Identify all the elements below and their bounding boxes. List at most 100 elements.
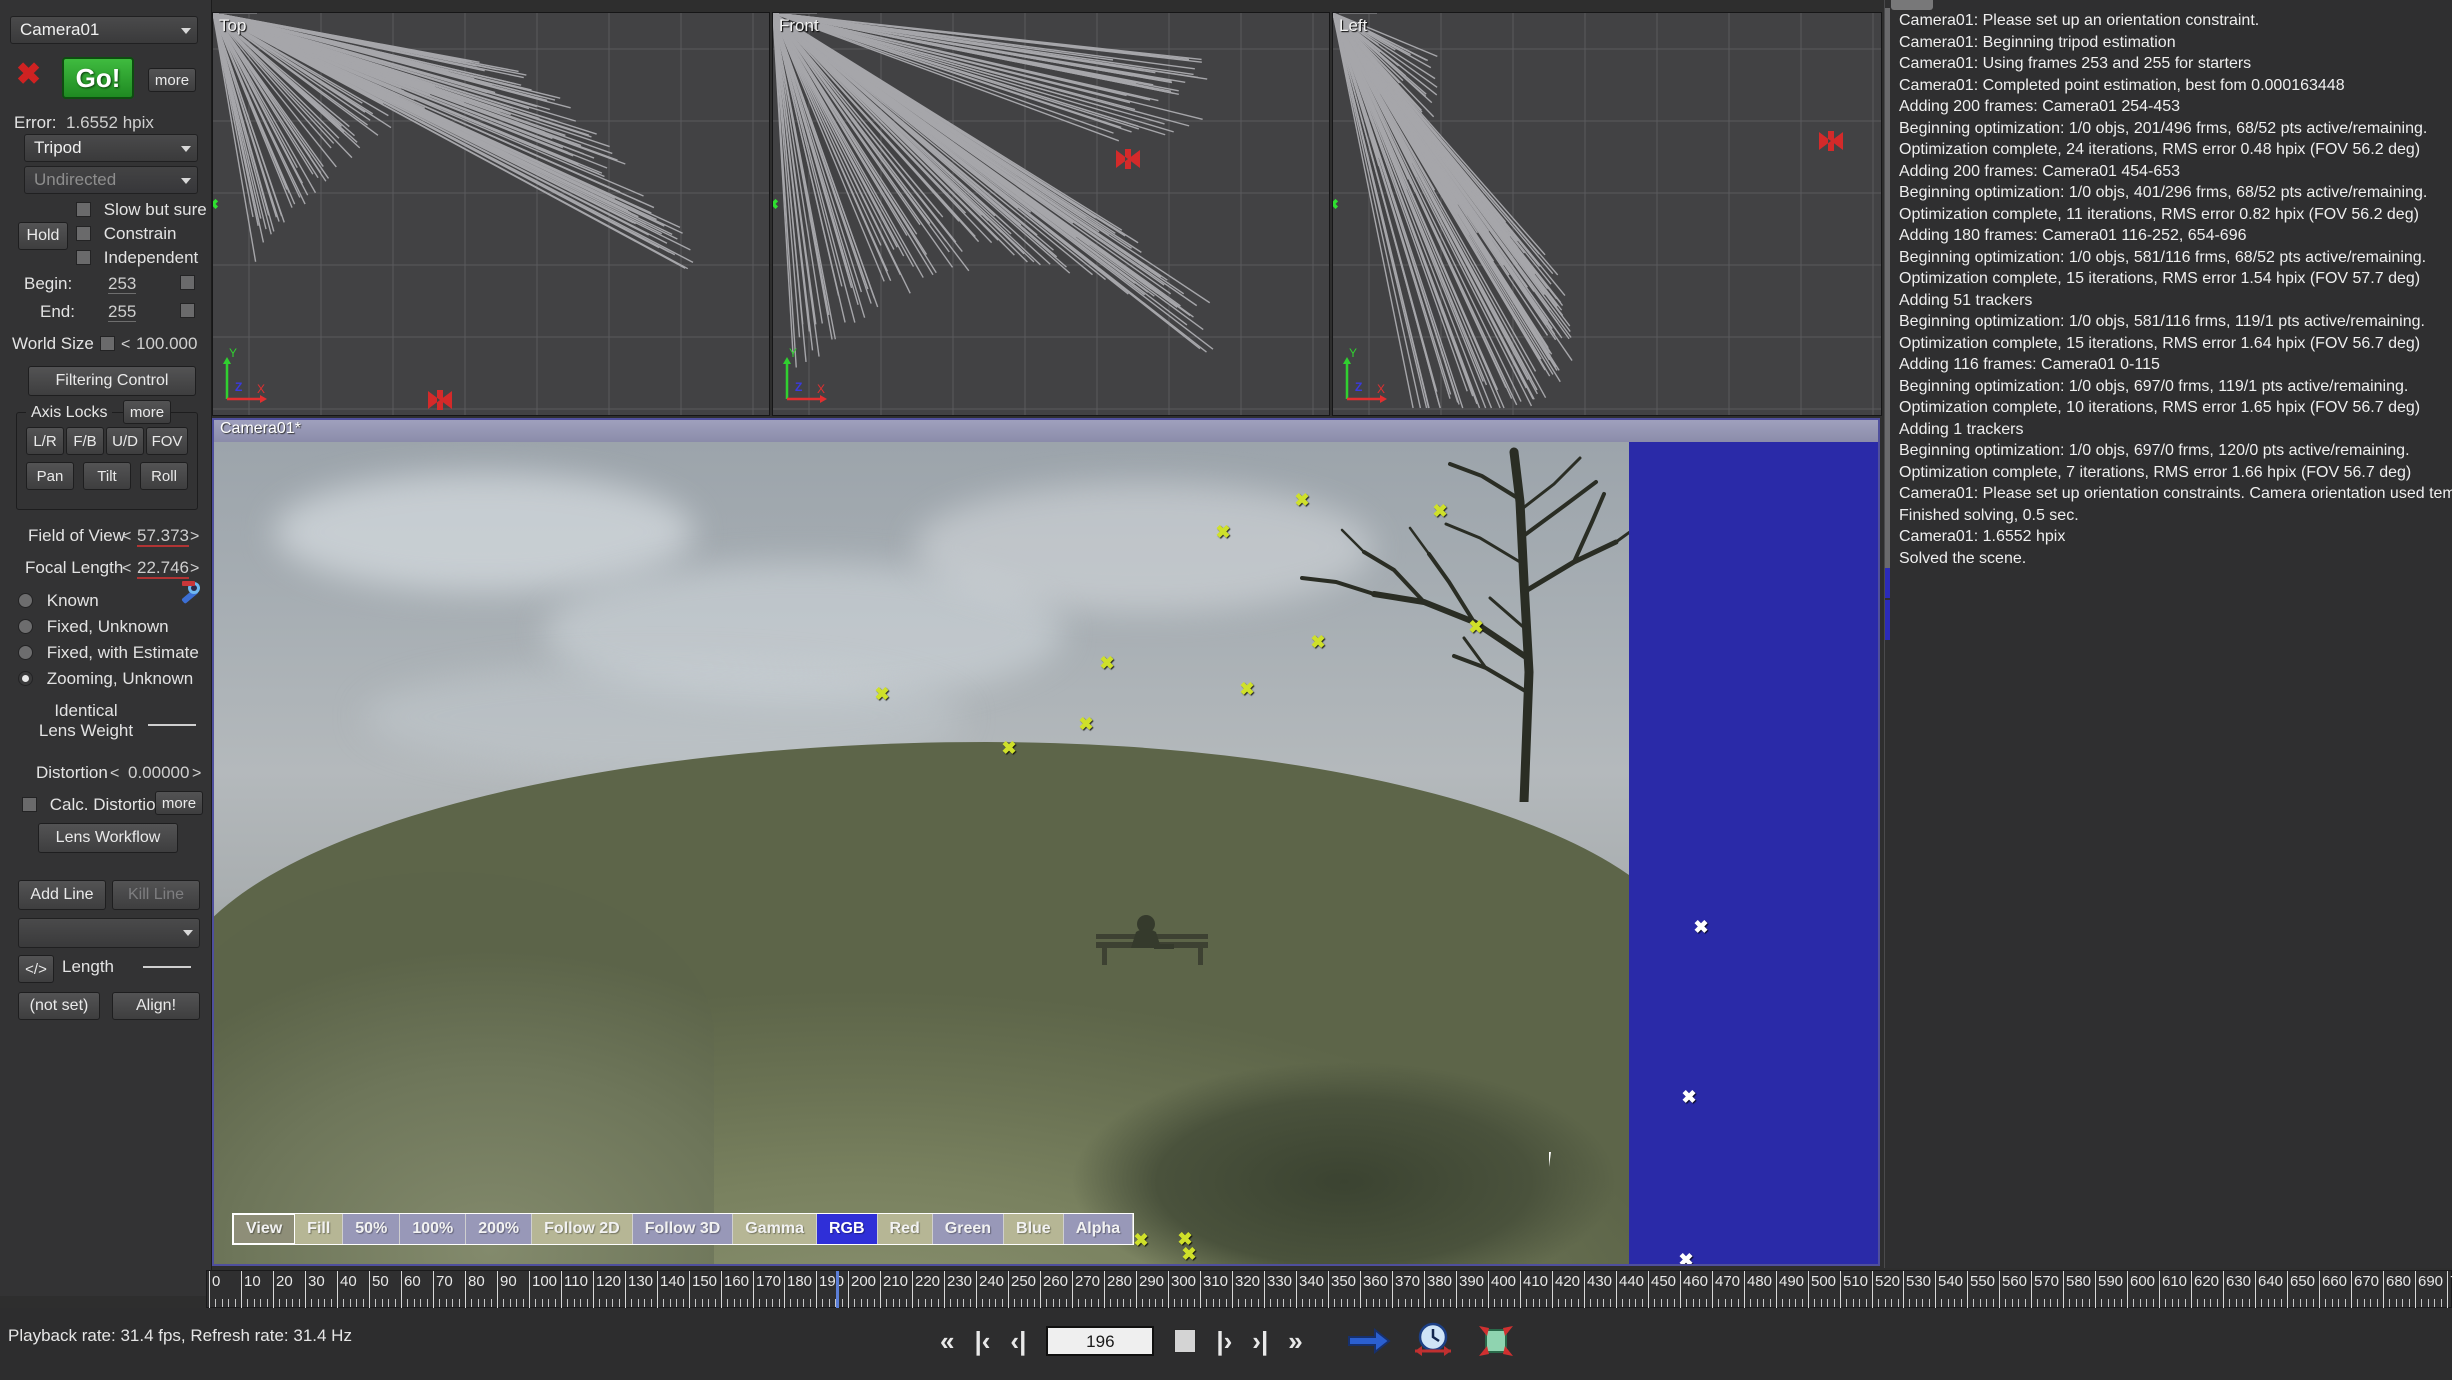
view-toolbar-button-view[interactable]: View — [233, 1214, 296, 1244]
camera-icon[interactable] — [1116, 149, 1140, 169]
viewport-tab[interactable] — [219, 13, 257, 14]
frame-number-input[interactable]: 196 — [1046, 1326, 1155, 1356]
view-toolbar-button-follow-2d[interactable]: Follow 2D — [532, 1214, 633, 1244]
fast-forward-icon[interactable]: » — [1288, 1326, 1302, 1357]
tracker-marker[interactable]: ✖ — [1181, 1245, 1196, 1263]
focal-increment[interactable]: > — [190, 560, 199, 577]
field-of-view-value[interactable]: 57.373 — [137, 526, 189, 547]
length-slider[interactable] — [143, 966, 191, 968]
rewind-all-icon[interactable]: « — [940, 1326, 954, 1357]
add-line-button[interactable]: Add Line — [18, 880, 106, 910]
end-lock-checkbox[interactable] — [180, 303, 195, 318]
fov-decrement[interactable]: < — [122, 528, 131, 545]
axis-lock-pan[interactable]: Pan — [26, 462, 74, 490]
wrench-icon[interactable] — [168, 580, 202, 610]
timeline-ruler[interactable]: 0 10 20 30 40 50 60 70 80 90 100 110 120 130 140 150 160… — [206, 1270, 2452, 1309]
view-toolbar-button-red[interactable]: Red — [877, 1214, 933, 1244]
top-viewport[interactable]: Top ✖ ✖ Y X Z — [212, 12, 770, 416]
axis-locks-more-button[interactable]: more — [123, 400, 171, 424]
camera-select[interactable]: Camera01 — [10, 16, 198, 44]
lens-mode-zooming-radio[interactable] — [18, 671, 33, 686]
view-toolbar[interactable]: View Fill 50% 100% 200% Follow 2D Follow 3D Gam… — [232, 1213, 1135, 1245]
begin-lock-checkbox[interactable] — [180, 275, 195, 290]
tracker-marker[interactable]: ✖ — [1078, 715, 1093, 733]
blue-overlay-area[interactable]: ✖ ✖ ✖ ✖ ✖ — [1629, 442, 1878, 1264]
top-viewport-canvas[interactable]: ✖ ✖ Y X Z — [213, 13, 770, 416]
axis-lock-fov[interactable]: FOV — [146, 427, 188, 455]
lens-mode-fixed-estimate-radio[interactable] — [18, 645, 33, 660]
fit-view-icon[interactable] — [1475, 1322, 1517, 1360]
tracker-marker[interactable]: ✖ — [1239, 680, 1254, 698]
step-forward-icon[interactable]: |› — [1216, 1326, 1232, 1357]
tracker-marker[interactable]: ✖ — [1678, 1251, 1693, 1264]
view-toolbar-button-gamma[interactable]: Gamma — [733, 1214, 817, 1244]
view-toolbar-button-rgb[interactable]: RGB — [816, 1214, 878, 1244]
tracker-marker[interactable]: ✖ — [1001, 739, 1016, 757]
constrain-checkbox[interactable] — [76, 226, 91, 241]
viewport-tab[interactable] — [779, 13, 817, 14]
distortion-decrement[interactable]: < — [110, 765, 119, 782]
step-back-icon[interactable]: ‹| — [1010, 1326, 1026, 1357]
align-button[interactable]: Align! — [112, 992, 200, 1020]
view-toolbar-button-fill[interactable]: Fill — [295, 1214, 344, 1244]
tracker-marker[interactable]: ✖ — [1215, 523, 1230, 541]
tracker-marker[interactable]: ✖ — [1294, 491, 1309, 509]
lens-workflow-button[interactable]: Lens Workflow — [38, 823, 178, 853]
axis-lock-tilt[interactable]: Tilt — [83, 462, 131, 490]
camera-icon[interactable] — [1819, 131, 1843, 151]
end-value[interactable]: 255 — [108, 302, 137, 322]
distortion-value[interactable]: 0.00000 — [128, 763, 189, 782]
point-marker[interactable]: ✖ — [557, 13, 569, 16]
slow-but-sure-checkbox[interactable] — [76, 202, 91, 217]
view-toolbar-button-follow-3d[interactable]: Follow 3D — [632, 1214, 734, 1244]
tracker-marker[interactable]: ✖ — [1468, 618, 1483, 636]
clock-icon[interactable] — [1411, 1322, 1455, 1360]
footage-image[interactable]: ✖ ✖ ✖ ✖ ✖ ✖ ✖ ✖ ✖ ✖ ✖ ✖ ✖ ✖ ✖ ✖ ✖ ✖ ✖ ✖ … — [214, 442, 1629, 1264]
log-scroll-thumb[interactable] — [1885, 8, 1890, 568]
point-marker[interactable]: ✖ — [1119, 13, 1131, 16]
timeline-ticks[interactable]: 0 10 20 30 40 50 60 70 80 90 100 110 120 130 140 150 160… — [207, 1271, 2452, 1309]
front-viewport[interactable]: Front ✖ ✖ Y X Z — [772, 12, 1330, 416]
lens-mode-fixed-unknown-radio[interactable] — [18, 619, 33, 634]
axis-lock-roll[interactable]: Roll — [140, 462, 188, 490]
world-size-lock-checkbox[interactable] — [100, 336, 115, 351]
left-viewport[interactable]: Left ✖ ✖ Y X Z — [1332, 12, 1882, 416]
view-toolbar-button-200-[interactable]: 200% — [466, 1214, 533, 1244]
front-viewport-canvas[interactable]: ✖ ✖ Y X Z — [773, 13, 1330, 416]
point-marker[interactable]: ✖ — [1407, 13, 1419, 16]
filtering-control-button[interactable]: Filtering Control — [28, 366, 196, 396]
independent-checkbox[interactable] — [76, 250, 91, 265]
code-toggle-button[interactable]: </> — [18, 955, 54, 983]
camera-icon[interactable] — [428, 390, 452, 410]
world-size-value[interactable]: 100.000 — [136, 334, 197, 353]
tracker-marker[interactable]: ✖ — [1432, 502, 1447, 520]
focal-length-value[interactable]: 22.746 — [137, 558, 189, 579]
point-marker[interactable]: ✖ — [1333, 196, 1339, 212]
distortion-increment[interactable]: > — [192, 765, 201, 782]
cancel-solve-icon[interactable]: ✖ — [16, 58, 41, 91]
log-panel[interactable]: Camera01: Please set up an orientation c… — [1884, 0, 2452, 1268]
view-toolbar-button-50-[interactable]: 50% — [343, 1214, 401, 1244]
tracker-marker[interactable]: ✖ — [1133, 1231, 1148, 1249]
tracker-marker[interactable]: ✖ — [1681, 1088, 1696, 1106]
viewport-tab[interactable] — [1339, 13, 1377, 14]
left-viewport-canvas[interactable]: ✖ ✖ Y X Z — [1333, 13, 1882, 416]
fov-increment[interactable]: > — [190, 528, 199, 545]
hold-button[interactable]: Hold — [18, 222, 68, 250]
direction-mode-select[interactable]: Undirected — [24, 166, 198, 194]
go-more-button[interactable]: more — [148, 68, 196, 92]
begin-value[interactable]: 253 — [108, 274, 137, 294]
blue-arrow-icon[interactable] — [1347, 1324, 1391, 1358]
view-toolbar-button-green[interactable]: Green — [932, 1214, 1005, 1244]
calc-distortion-checkbox[interactable] — [22, 797, 37, 812]
tracker-marker[interactable]: ✖ — [874, 685, 889, 703]
axis-lock-ud[interactable]: U/D — [106, 427, 144, 455]
lens-mode-known-radio[interactable] — [18, 593, 33, 608]
world-size-decrement[interactable]: < — [121, 336, 130, 353]
solver-mode-select[interactable]: Tripod — [24, 134, 198, 162]
tracker-marker[interactable]: ✖ — [1099, 654, 1114, 672]
axis-lock-lr[interactable]: L/R — [26, 427, 64, 455]
tracker-marker[interactable]: ✖ — [1878, 989, 1880, 1007]
jump-end-icon[interactable]: ›| — [1252, 1326, 1268, 1357]
calc-distortion-more-button[interactable]: more — [155, 791, 203, 815]
